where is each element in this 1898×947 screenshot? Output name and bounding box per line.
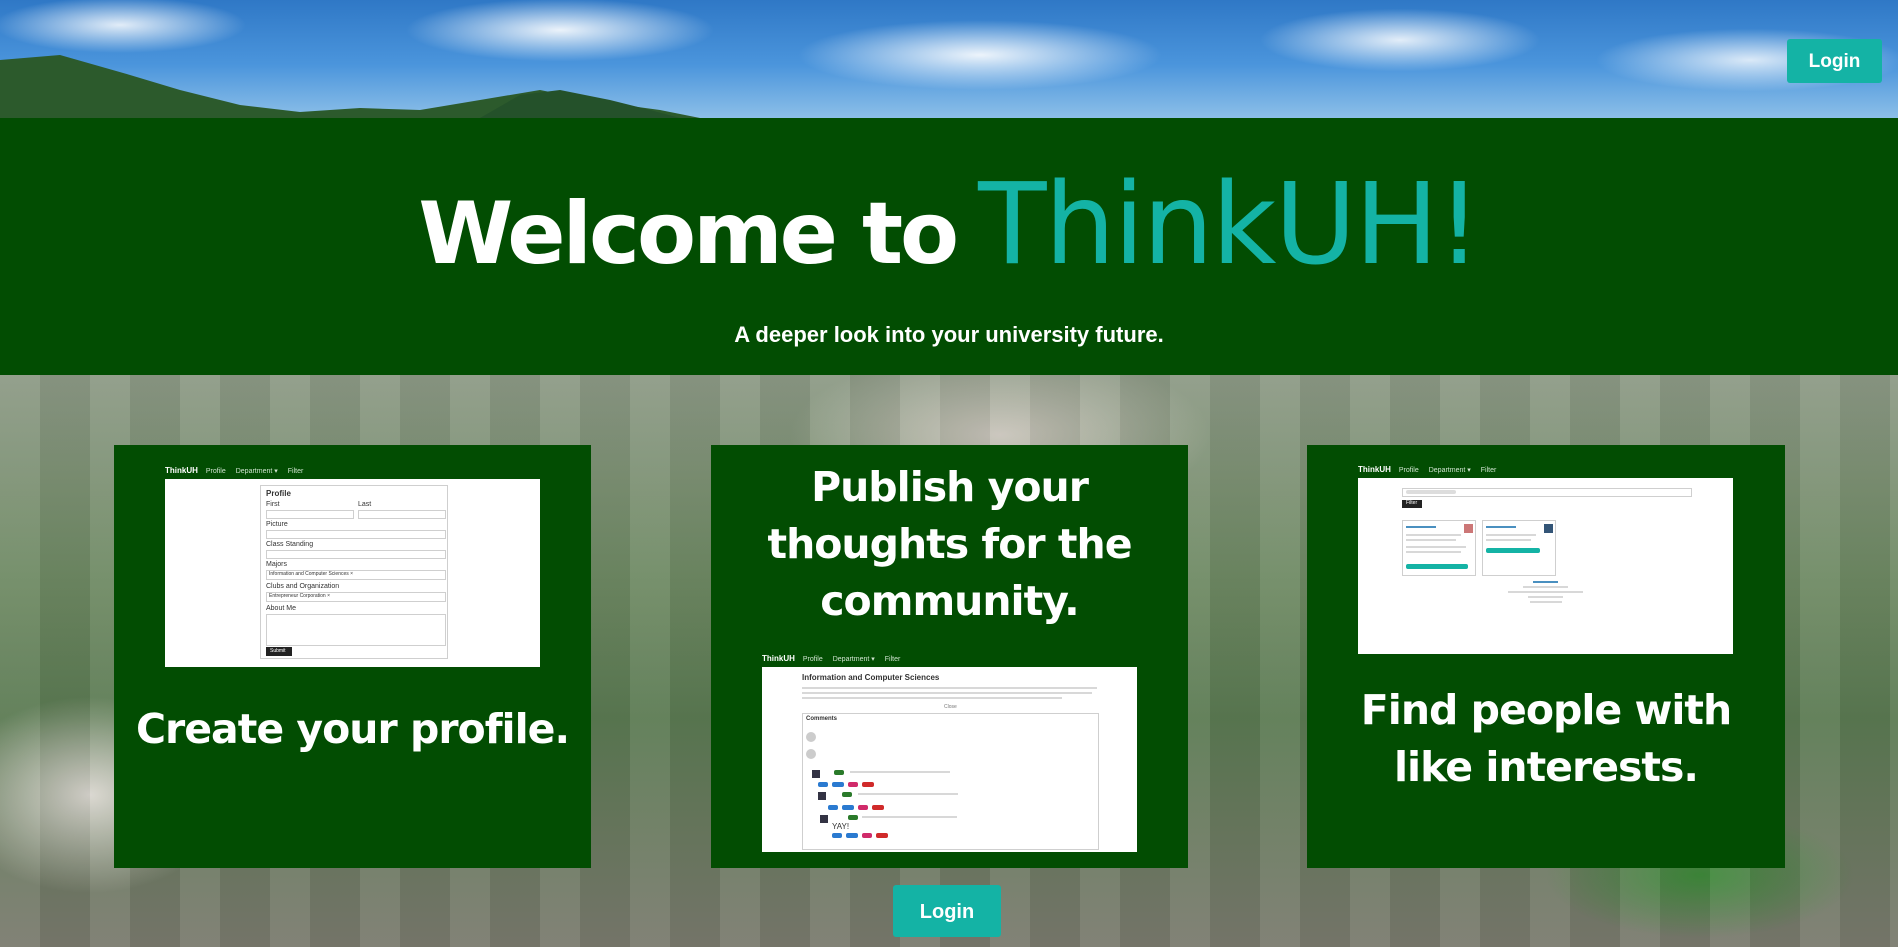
preview-navbar: ThinkUH Profile Department ▾ Filter [1358, 465, 1497, 474]
login-button-top[interactable]: Login [1787, 39, 1882, 83]
feature-card-profile: ThinkUH Profile Department ▾ Filter Profile… [114, 445, 591, 868]
hero-subtitle: A deeper look into your university futur… [734, 322, 1164, 347]
preview-navbar: ThinkUH Profile Department ▾ Filter [165, 466, 304, 475]
profile-preview-image: ThinkUH Profile Department ▾ Filter Profile… [165, 466, 540, 667]
hero-title: Welcome to ThinkUH! [0, 160, 1898, 290]
login-button-bottom[interactable]: Login [893, 885, 1001, 937]
find-people-preview-image: ThinkUH Profile Department ▾ Filter Filter [1358, 465, 1733, 654]
card-caption-profile: Create your profile. [135, 705, 570, 753]
publish-preview-image: ThinkUH Profile Department ▾ Filter Informa… [762, 654, 1137, 852]
brand-text: ThinkUH! [978, 160, 1481, 290]
feature-card-find-people: ThinkUH Profile Department ▾ Filter Filter … [1307, 445, 1785, 868]
mountain-silhouette [0, 55, 700, 118]
card-caption-publish: Publish your thoughts for the community. [767, 463, 1132, 625]
card-caption-find-people: Find people with like interests. [1360, 686, 1732, 791]
feature-card-publish: Publish your thoughts for the community.… [711, 445, 1188, 868]
preview-navbar: ThinkUH Profile Department ▾ Filter [762, 654, 901, 663]
welcome-text: Welcome to [418, 184, 959, 284]
